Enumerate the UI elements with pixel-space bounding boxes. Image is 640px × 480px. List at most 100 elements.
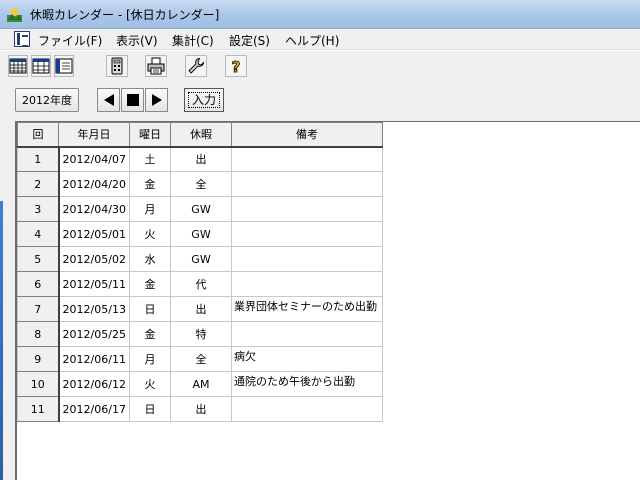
column-header-weekday[interactable]: 曜日 xyxy=(129,122,171,148)
wrench-icon xyxy=(188,58,204,74)
table-row[interactable]: 10 2012/06/12 火 AM 通院のため午後から出勤 xyxy=(17,371,383,397)
column-header-number[interactable]: 回 xyxy=(17,122,59,148)
leave-type-cell[interactable]: 出 xyxy=(170,396,232,422)
note-cell[interactable] xyxy=(231,321,383,347)
triangle-left-icon xyxy=(103,94,114,106)
leave-type-cell[interactable]: 出 xyxy=(170,296,232,322)
date-cell[interactable]: 2012/05/02 xyxy=(58,246,130,272)
date-cell[interactable]: 2012/06/17 xyxy=(58,396,130,422)
input-button-label: 入力 xyxy=(187,92,220,108)
menu-help[interactable]: ヘルプ(H) xyxy=(285,32,339,49)
note-cell[interactable] xyxy=(231,221,383,247)
column-header-leave[interactable]: 休暇 xyxy=(170,122,232,148)
date-cell[interactable]: 2012/05/25 xyxy=(58,321,130,347)
printer-icon xyxy=(147,57,165,75)
note-cell[interactable]: 業界団体セミナーのため出勤 xyxy=(231,296,383,322)
leave-type-cell[interactable]: 特 xyxy=(170,321,232,347)
weekday-cell[interactable]: 月 xyxy=(129,196,171,222)
weekday-cell[interactable]: 水 xyxy=(129,246,171,272)
month-view-button[interactable] xyxy=(31,55,51,77)
menu-file[interactable]: ファイル(F) xyxy=(38,32,102,49)
row-number-cell[interactable]: 7 xyxy=(17,296,60,322)
weekday-cell[interactable]: 金 xyxy=(129,271,171,297)
table-row[interactable]: 2 2012/04/20 金全 xyxy=(17,171,383,197)
table-row[interactable]: 5 2012/05/02 水 GW xyxy=(17,246,383,272)
note-cell[interactable] xyxy=(231,396,383,422)
previous-button[interactable] xyxy=(97,88,120,112)
date-cell[interactable]: 2012/04/07 xyxy=(58,146,130,172)
row-number-cell[interactable]: 2 xyxy=(17,171,60,197)
column-header-date[interactable]: 年月日 xyxy=(58,122,130,148)
weekday-cell[interactable]: 日 xyxy=(129,296,171,322)
leave-type-cell[interactable]: AM xyxy=(170,371,232,397)
row-number-cell[interactable]: 10 xyxy=(17,371,60,397)
settings-button[interactable] xyxy=(185,55,207,77)
menu-view[interactable]: 表示(V) xyxy=(116,32,158,49)
row-number-cell[interactable]: 4 xyxy=(17,221,60,247)
note-cell[interactable] xyxy=(231,146,383,172)
leave-type-cell[interactable]: 全 xyxy=(170,346,232,372)
stop-button[interactable] xyxy=(121,88,144,112)
weekday-cell[interactable]: 火 xyxy=(129,221,171,247)
row-number-cell[interactable]: 5 xyxy=(17,246,60,272)
window-left-frame xyxy=(0,121,15,480)
leave-type-cell[interactable]: 全 xyxy=(170,171,232,197)
weekday-cell[interactable]: 土 xyxy=(129,146,171,172)
list-view-button[interactable] xyxy=(54,55,74,77)
table-row[interactable]: 8 2012/05/25 金特 xyxy=(17,321,383,347)
list-view-icon xyxy=(55,58,73,74)
note-cell[interactable]: 通院のため午後から出勤 xyxy=(231,371,383,397)
row-number-cell[interactable]: 1 xyxy=(17,146,60,172)
weekday-cell[interactable]: 火 xyxy=(129,371,171,397)
menu-settings[interactable]: 設定(S) xyxy=(229,32,270,49)
app-icon[interactable] xyxy=(6,6,23,23)
calculator-button[interactable] xyxy=(106,55,128,77)
date-cell[interactable]: 2012/05/13 xyxy=(58,296,130,322)
leave-type-cell[interactable]: 代 xyxy=(170,271,232,297)
year-button[interactable]: 2012年度 xyxy=(15,88,79,112)
note-cell[interactable] xyxy=(231,271,383,297)
table-row[interactable]: 9 2012/06/11 月全病欠 xyxy=(17,346,383,372)
leave-type-cell[interactable]: GW xyxy=(170,246,232,272)
print-button[interactable] xyxy=(145,55,167,77)
note-cell[interactable]: 病欠 xyxy=(231,346,383,372)
weekday-cell[interactable]: 日 xyxy=(129,396,171,422)
date-cell[interactable]: 2012/04/20 xyxy=(58,171,130,197)
weekday-cell[interactable]: 月 xyxy=(129,346,171,372)
input-button[interactable]: 入力 xyxy=(184,88,224,112)
row-number-cell[interactable]: 3 xyxy=(17,196,60,222)
table-row[interactable]: 3 2012/04/30 月 GW xyxy=(17,196,383,222)
column-header-note[interactable]: 備考 xyxy=(231,122,383,148)
row-number-cell[interactable]: 11 xyxy=(17,396,60,422)
table-row[interactable]: 1 2012/04/07 土出 xyxy=(17,146,383,172)
date-cell[interactable]: 2012/05/01 xyxy=(58,221,130,247)
menu-tally[interactable]: 集計(C) xyxy=(172,32,214,49)
row-number-cell[interactable]: 6 xyxy=(17,271,60,297)
note-cell[interactable] xyxy=(231,246,383,272)
table-row[interactable]: 4 2012/05/01 火 GW xyxy=(17,221,383,247)
note-cell[interactable] xyxy=(231,196,383,222)
weekday-cell[interactable]: 金 xyxy=(129,171,171,197)
table-row[interactable]: 6 2012/05/11 金代 xyxy=(17,271,383,297)
next-button[interactable] xyxy=(145,88,168,112)
table-row[interactable]: 11 2012/06/17 日出 xyxy=(17,396,383,422)
date-cell[interactable]: 2012/06/11 xyxy=(58,346,130,372)
grid-view-button[interactable] xyxy=(8,55,28,77)
date-cell[interactable]: 2012/06/12 xyxy=(58,371,130,397)
leave-type-cell[interactable]: GW xyxy=(170,196,232,222)
grid-calendar-icon xyxy=(9,58,27,74)
note-cell[interactable] xyxy=(231,171,383,197)
help-button[interactable]: ? xyxy=(225,55,247,77)
row-number-cell[interactable]: 9 xyxy=(17,346,60,372)
date-cell[interactable]: 2012/05/11 xyxy=(58,271,130,297)
table-row[interactable]: 7 2012/05/13 日出業界団体セミナーのため出勤 xyxy=(17,296,383,322)
leave-type-cell[interactable]: GW xyxy=(170,221,232,247)
square-stop-icon xyxy=(126,94,139,106)
date-cell[interactable]: 2012/04/30 xyxy=(58,196,130,222)
document-icon[interactable] xyxy=(14,31,30,47)
triangle-right-icon xyxy=(151,94,162,106)
row-number-cell[interactable]: 8 xyxy=(17,321,60,347)
help-icon: ? xyxy=(231,58,241,75)
weekday-cell[interactable]: 金 xyxy=(129,321,171,347)
leave-type-cell[interactable]: 出 xyxy=(170,146,232,172)
